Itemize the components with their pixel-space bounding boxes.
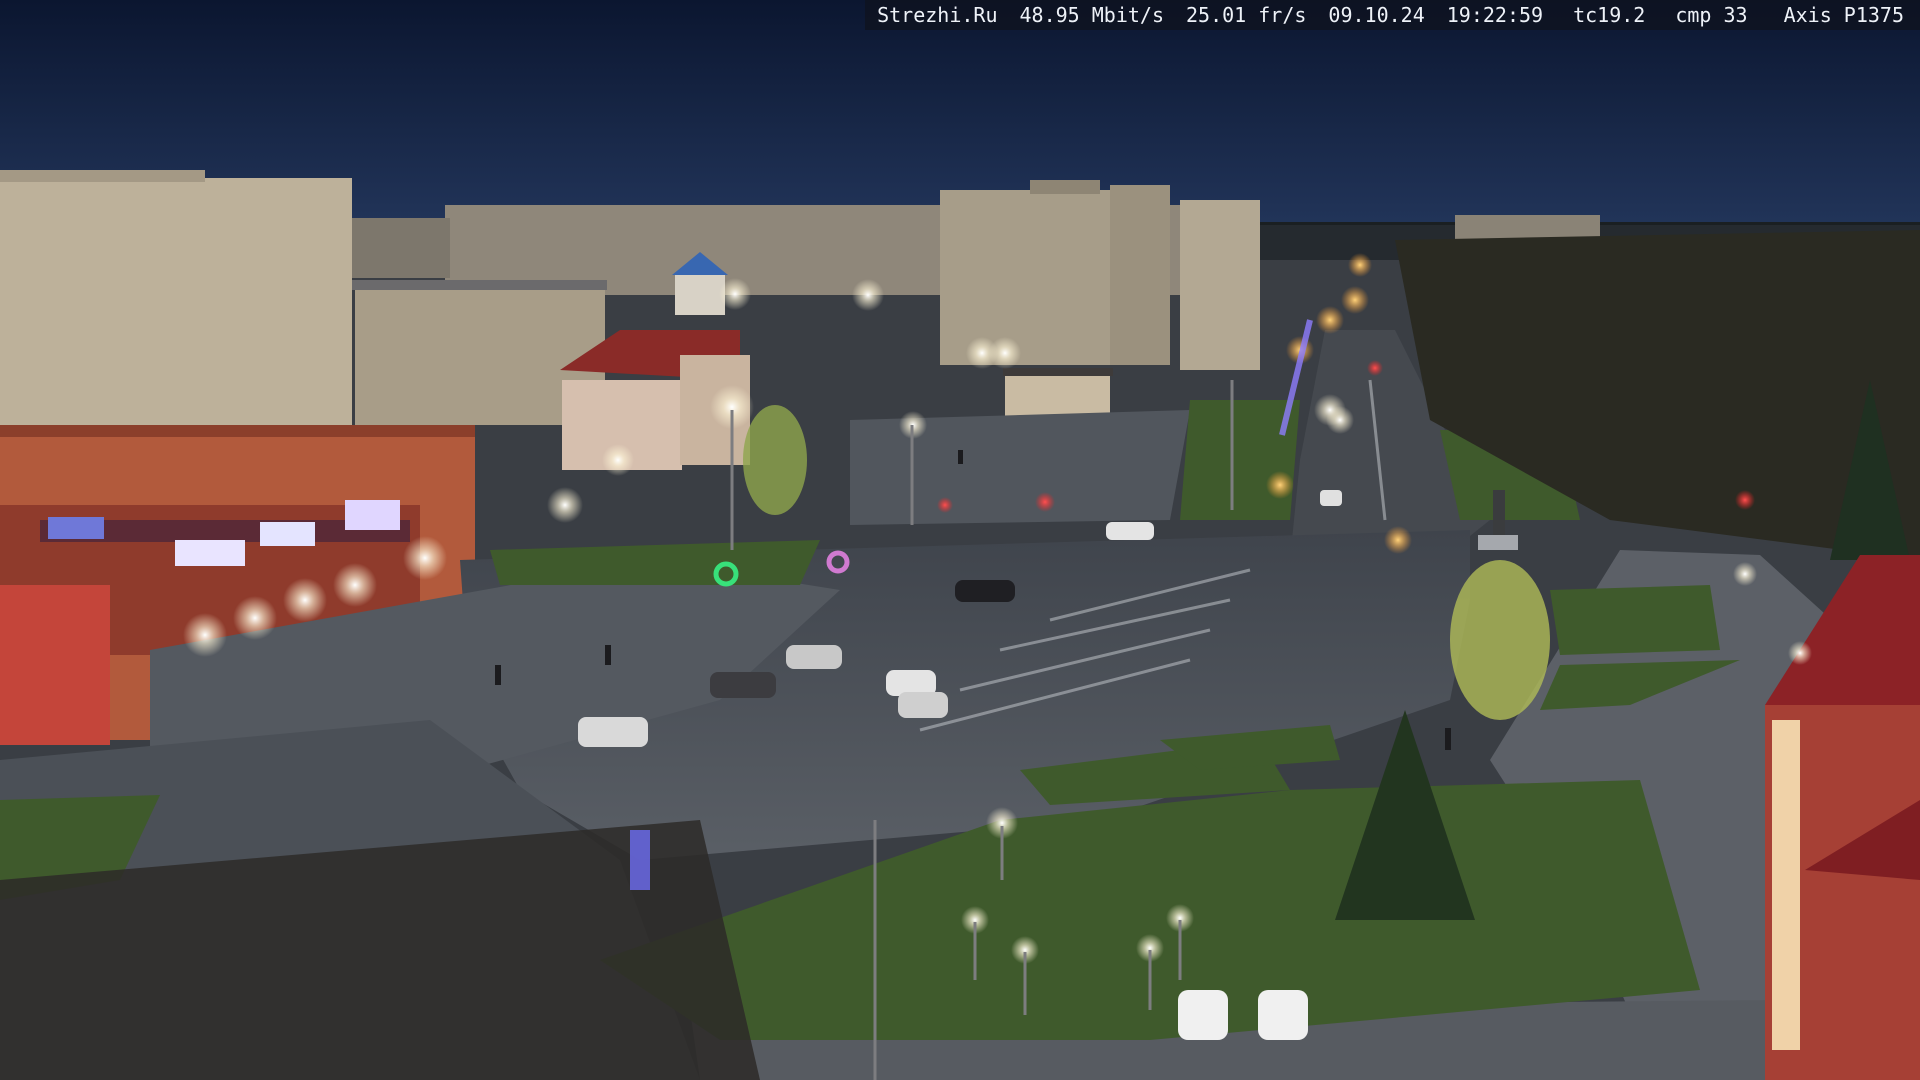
osd-camera-model: Axis P1375 xyxy=(1783,3,1904,27)
pavilion-roof xyxy=(1003,368,1113,376)
osd-compression: cmp 33 xyxy=(1675,3,1748,27)
car xyxy=(898,692,948,718)
car xyxy=(1320,490,1342,506)
osd-temperature: tc19.2 xyxy=(1573,3,1646,27)
pavilion xyxy=(1005,372,1110,420)
webcam-frame: Strezhi.Ru 48.95 Mbit/s 25.01 fr/s 09.10… xyxy=(0,0,1920,1080)
store-sign-panel-4 xyxy=(345,500,400,530)
green-tree xyxy=(743,405,807,515)
center-highrise xyxy=(940,180,1170,365)
osd-time: 19:22:59 xyxy=(1446,3,1544,27)
car xyxy=(710,672,776,698)
car xyxy=(578,717,648,747)
car xyxy=(1178,990,1228,1040)
store-sign-panel xyxy=(48,517,104,539)
city-scene xyxy=(0,0,1920,1080)
car xyxy=(786,645,842,669)
birch-tree xyxy=(1450,560,1550,720)
osd-site: Strezhi.Ru xyxy=(877,3,998,27)
osd-framerate: 25.01 fr/s xyxy=(1186,3,1307,27)
blue-roof-tower-body xyxy=(675,275,725,315)
car xyxy=(955,580,1015,602)
camera-osd-bar: Strezhi.Ru 48.95 Mbit/s 25.01 fr/s 09.10… xyxy=(865,0,1920,30)
osd-date: 09.10.24 xyxy=(1328,3,1425,27)
store-sign-panel-3 xyxy=(260,522,315,546)
osd-bitrate: 48.95 Mbit/s xyxy=(1019,3,1165,27)
car xyxy=(1258,990,1308,1040)
car xyxy=(1106,522,1154,540)
store-sign-panel-2 xyxy=(175,540,245,566)
